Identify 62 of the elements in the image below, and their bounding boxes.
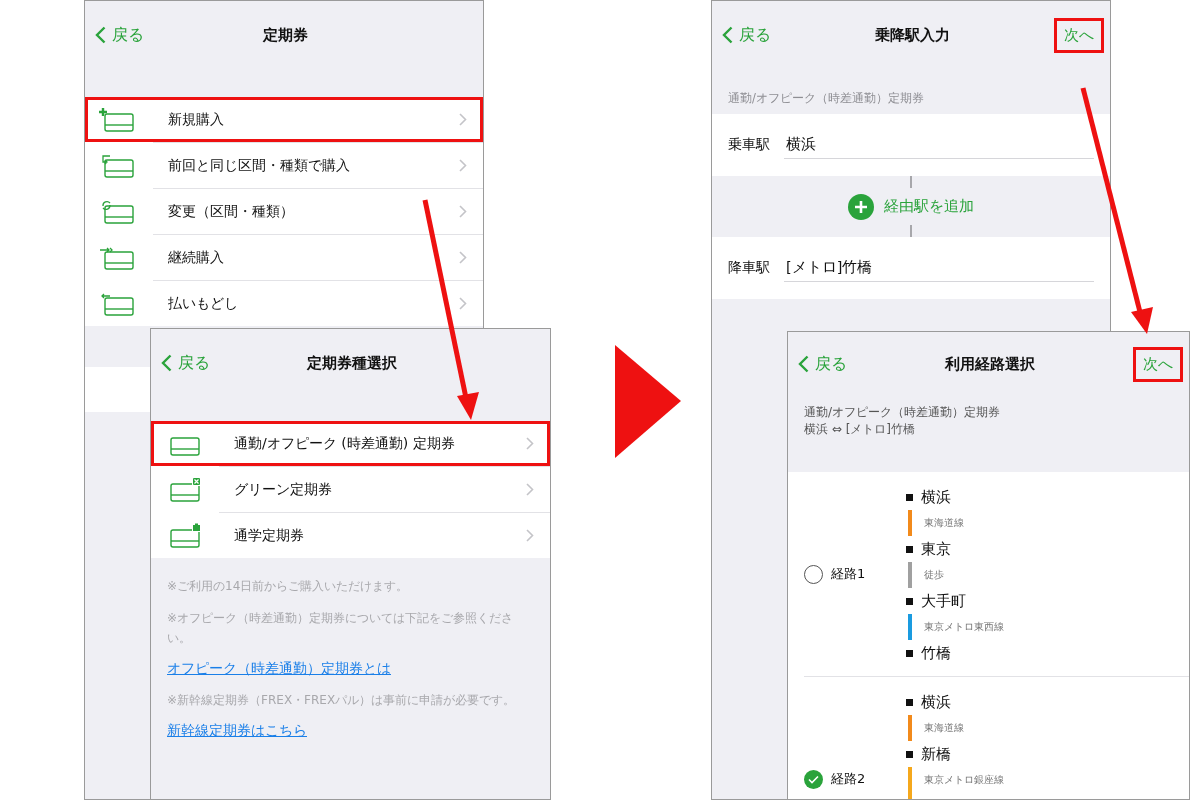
line-name: 東京メトロ東西線 [923,620,1004,634]
note-text: ※新幹線定期券（FREX・FREXパル）は事前に申請が必要です。 [167,692,517,709]
screen-title: 乗降駅入力 [874,25,950,45]
chevron-icon [526,529,534,542]
line-name: 東京メトロ銀座線 [923,773,1004,787]
chevron-icon [526,483,534,496]
menu-row[interactable]: 通学定期券 [151,513,550,558]
radio-button[interactable] [804,564,823,584]
help-link[interactable]: オフピーク（時差通勤）定期券とは [167,660,391,678]
back-chevron-icon [722,26,733,44]
station-name: 東京 [921,539,951,559]
ticket-type: 通勤/オフピーク（時差通勤）定期券 [727,90,925,107]
route-label: 経路2 [831,770,866,788]
screen-title: 定期券種選択 [306,353,397,373]
station-marker [906,698,913,706]
menu-row[interactable]: 前回と同じ区間・種類で購入 [85,143,483,188]
station-name: 大手町 [921,591,966,611]
card-icon [99,198,135,225]
station-name: 新橋 [921,744,951,764]
note-text: ※ご利用の14日前からご購入いただけます。 [167,578,410,595]
route-summary: 通勤/オフピーク（時差通勤）定期券 [804,404,1002,421]
station-marker [906,545,913,553]
blank-row [85,367,150,412]
card-icon [99,152,135,179]
chevron-icon [459,113,467,126]
route-label: 経路1 [831,565,866,583]
line-name: 東海道線 [923,721,964,735]
card-icon [99,106,135,133]
route-summary: 横浜 ⇔ [メトロ]竹橋 [804,421,917,438]
screen-title: 利用経路選択 [944,354,1035,374]
chevron-icon [459,159,467,172]
menu-row[interactable]: 払いもどし [85,281,483,326]
menu-row[interactable]: グリーン定期券 [151,467,550,512]
check-icon[interactable] [804,769,823,789]
menu-row[interactable]: 通勤/オフピーク (時差通勤) 定期券 [151,421,550,466]
station-name: 横浜 [921,692,951,712]
field-label: 乗車駅 [728,136,770,154]
station-marker [906,649,913,657]
menu-row[interactable]: 新規購入 [85,97,483,142]
station-name: 竹橋 [921,643,951,663]
chevron-icon [526,437,534,450]
station-marker [906,493,913,501]
station-marker [906,750,913,758]
station-name: 横浜 [921,487,951,507]
station-marker [906,597,913,605]
menu-row[interactable]: 変更（区間・種類） [85,189,483,234]
chevron-icon [459,205,467,218]
screen-title: 定期券 [262,25,308,45]
help-link[interactable]: 新幹線定期券はこちら [167,722,307,740]
line-name: 東海道線 [923,516,964,530]
station-field[interactable]: 横浜 [784,131,1094,159]
field-label: 降車駅 [728,259,770,277]
chevron-icon [459,251,467,264]
back-chevron-icon [798,355,809,373]
line-name: 徒歩 [923,568,944,582]
note-text: ※オフピーク（時差通勤）定期券については下記をご参照ください。 [167,610,515,647]
chevron-icon [459,297,467,310]
back-chevron-icon [161,354,172,372]
menu-row[interactable]: 継続購入 [85,235,483,280]
plus-icon [848,193,874,220]
back-chevron-icon [95,26,106,44]
station-field[interactable]: [メトロ]竹橋 [784,254,1094,282]
